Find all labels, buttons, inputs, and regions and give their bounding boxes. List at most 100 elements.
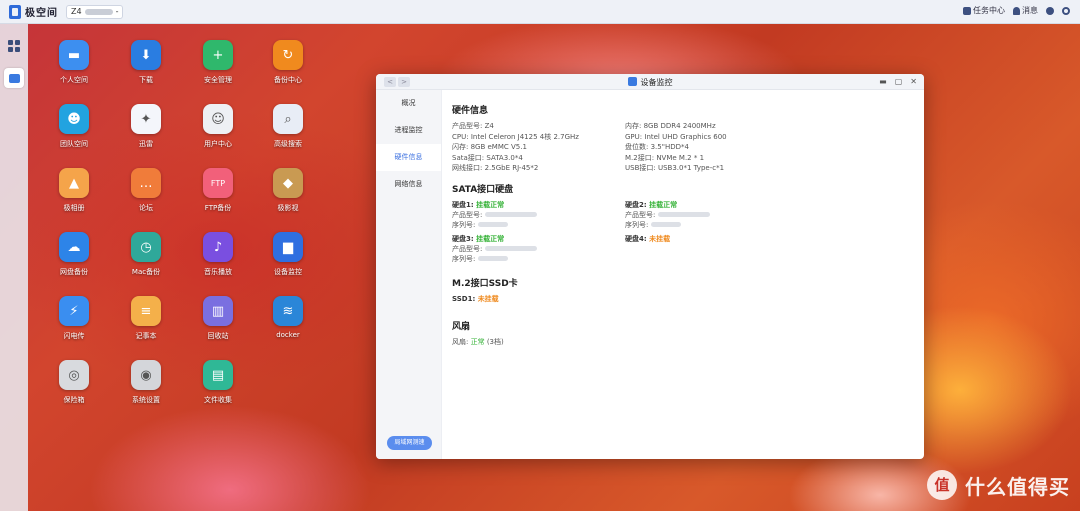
disk-label: 硬盘4:	[625, 234, 647, 243]
gear-icon	[1062, 6, 1070, 15]
dock-device-monitor-button[interactable]	[4, 68, 24, 88]
settings-button[interactable]	[1062, 6, 1070, 15]
app-settings[interactable]: ◉ 系统设置	[118, 360, 174, 405]
app-label: 迅雷	[139, 140, 153, 148]
user-icon	[1046, 6, 1054, 15]
sata-disk-1: 硬盘1: 挂载正常 产品型号: 序列号:	[452, 200, 625, 234]
app-lightning[interactable]: ⚡ 闪电传	[46, 296, 102, 341]
settings-icon: ◉	[131, 360, 161, 390]
notepad-icon: ≡	[131, 296, 161, 326]
app-search[interactable]: ⌕ 高级搜索	[260, 104, 316, 149]
app-label: 文件收集	[204, 396, 232, 404]
hardware-key: M.2接口:	[625, 153, 655, 162]
nav-network-info[interactable]: 网络信息	[376, 171, 441, 198]
hardware-key: Sata接口:	[452, 153, 485, 162]
file-collect-icon: ▤	[203, 360, 233, 390]
app-folder[interactable]: ▬ 个人空间	[46, 40, 102, 85]
app-label: 个人空间	[60, 76, 88, 84]
monitor-icon	[627, 77, 637, 86]
app-notepad[interactable]: ≡ 记事本	[118, 296, 174, 341]
app-xunlei[interactable]: ✦ 迅雷	[118, 104, 174, 149]
app-label: FTP备份	[204, 204, 232, 212]
app-backup[interactable]: ↻ 备份中心	[260, 40, 316, 85]
ftp-icon: FTP	[203, 168, 233, 198]
hardware-row: Sata接口: SATA3.0*4	[452, 153, 625, 164]
disk-detail-label: 序列号:	[452, 255, 476, 263]
nav-hardware-info[interactable]: 硬件信息	[376, 144, 441, 171]
left-dock	[0, 24, 28, 511]
task-center-icon	[963, 6, 971, 15]
device-monitor-icon	[8, 73, 20, 83]
app-ftp[interactable]: FTP FTP备份	[190, 168, 246, 213]
disk-detail-label: 产品型号:	[452, 244, 483, 253]
app-docker[interactable]: ≋ docker	[260, 296, 316, 339]
redacted-value	[484, 245, 537, 251]
app-mac-backup[interactable]: ◷ Mac备份	[118, 232, 174, 277]
window-titlebar[interactable]: < > 设备监控 ▬ ▢ ✕	[376, 74, 924, 90]
close-button[interactable]: ✕	[910, 77, 917, 86]
disk-status: 挂载正常	[476, 234, 505, 243]
maximize-button[interactable]: ▢	[895, 77, 903, 86]
hardware-value: Intel UHD Graphics 600	[644, 132, 727, 141]
m2-heading: M.2接口SSD卡	[452, 278, 518, 289]
app-label: 网盘备份	[60, 268, 88, 276]
app-label: 安全管理	[204, 76, 232, 84]
user-center-icon: ☺	[203, 104, 233, 134]
safe-icon: ◎	[59, 360, 89, 390]
folder-icon: ▬	[59, 40, 89, 70]
user-button[interactable]	[1046, 6, 1054, 15]
team-folder-icon: ☻	[59, 104, 89, 134]
app-forum[interactable]: … 论坛	[118, 168, 174, 213]
nav-overview[interactable]: 概况	[376, 90, 441, 117]
nav-process-monitor[interactable]: 进程监控	[376, 117, 441, 144]
task-center-button[interactable]: 任务中心	[963, 5, 1005, 16]
disk-detail-row: 序列号:	[452, 254, 625, 265]
hardware-key: 内存:	[625, 122, 642, 130]
device-name: Z4	[71, 7, 82, 16]
monitor-icon: ▆	[273, 232, 303, 262]
docker-icon: ≋	[273, 296, 303, 326]
hardware-row: 网线接口: 2.5GbE RJ-45*2	[452, 163, 625, 174]
minimize-button[interactable]: ▬	[879, 77, 887, 86]
app-trash[interactable]: ▥ 回收站	[190, 296, 246, 341]
messages-button[interactable]: 消息	[1013, 5, 1038, 16]
cloud-backup-icon: ☁	[59, 232, 89, 262]
fan-label: 风扇:	[452, 337, 469, 346]
hardware-row: M.2接口: NVMe M.2 * 1	[625, 153, 798, 164]
disk-detail-label: 产品型号:	[452, 210, 483, 219]
app-shield[interactable]: + 安全管理	[190, 40, 246, 85]
disk-status-row: 硬盘3: 挂载正常	[452, 234, 625, 244]
app-label: 用户中心	[204, 140, 232, 148]
app-user-center[interactable]: ☺ 用户中心	[190, 104, 246, 149]
app-label: 极相册	[63, 204, 85, 212]
sata-disk-4: 硬盘4: 未挂载	[625, 234, 798, 268]
app-safe[interactable]: ◎ 保险箱	[46, 360, 102, 405]
app-label: 回收站	[207, 332, 229, 340]
hardware-heading: 硬件信息	[452, 106, 489, 116]
dock-apps-button[interactable]	[4, 36, 24, 56]
app-label: docker	[276, 331, 300, 339]
watermark: 值 什么值得买	[927, 470, 1070, 500]
hardware-row: 产品型号: Z4	[452, 121, 625, 132]
app-file-collect[interactable]: ▤ 文件收集	[190, 360, 246, 405]
disk-detail-label: 序列号:	[452, 221, 476, 229]
hardware-row: CPU: Intel Celeron J4125 4核 2.7GHz	[452, 132, 625, 143]
hardware-key: 产品型号:	[452, 122, 483, 130]
lan-speed-test-button[interactable]: 局域网测速	[387, 436, 432, 450]
sata-disk-2: 硬盘2: 挂载正常 产品型号: 序列号:	[625, 200, 798, 234]
app-photo-album[interactable]: ▲ 极相册	[46, 168, 102, 213]
app-download-globe[interactable]: ⬇ 下载	[118, 40, 174, 85]
disk-detail-row: 产品型号:	[452, 244, 625, 255]
app-label: 团队空间	[60, 140, 88, 148]
app-music[interactable]: ♪ 音乐播放	[190, 232, 246, 277]
window-sidebar: 概况 进程监控 硬件信息 网络信息 局域网测速	[376, 90, 442, 459]
zspace-logo-icon	[9, 4, 21, 19]
redacted-value	[657, 211, 710, 217]
app-cloud-backup[interactable]: ☁ 网盘备份	[46, 232, 102, 277]
messages-label: 消息	[1022, 6, 1038, 15]
device-selector[interactable]: Z4 -	[66, 4, 124, 19]
app-video[interactable]: ◆ 极影视	[260, 168, 316, 213]
device-id-redacted	[84, 8, 113, 15]
app-team-folder[interactable]: ☻ 团队空间	[46, 104, 102, 149]
app-monitor[interactable]: ▆ 设备监控	[260, 232, 316, 277]
